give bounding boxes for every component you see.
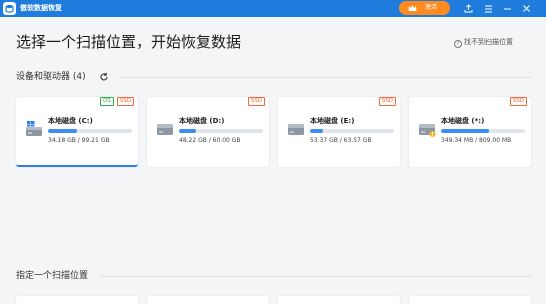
drive-name: 本地磁盘 (C:)	[48, 117, 93, 125]
upgrade-label: 激活	[424, 4, 437, 11]
upgrade-button[interactable]: 激活	[399, 1, 450, 15]
windows-drive-icon	[26, 121, 42, 136]
drive-name: 本地磁盘 (D:)	[179, 117, 225, 125]
locations-section-title: 指定一个扫描位置	[16, 271, 89, 281]
drive-size: 34.18 GB / 99.21 GB	[48, 137, 110, 144]
location-card[interactable]	[409, 296, 531, 304]
drive-name: 本地磁盘 (E:)	[310, 117, 355, 125]
hard-drive-icon	[157, 124, 173, 135]
usage-bar-fill	[48, 129, 77, 133]
devices-section-title: 设备和驱动器 (4)	[16, 72, 86, 82]
share-icon	[464, 4, 472, 13]
hard-drive-icon	[288, 124, 304, 135]
drive-card-star[interactable]: SSD 本地磁盘 (*:) 349.34 MB / 809.00 MB	[409, 97, 531, 167]
section-divider	[118, 77, 532, 78]
usage-bar	[179, 129, 263, 133]
location-card[interactable]	[278, 296, 400, 304]
usage-bar	[48, 129, 132, 133]
drive-size: 53.37 GB / 63.57 GB	[310, 137, 372, 144]
usage-bar-fill	[441, 129, 489, 133]
ssd-badge: SSD	[509, 97, 527, 106]
help-link[interactable]: ? 找不到扫描位置	[454, 37, 513, 48]
help-link-label: 找不到扫描位置	[464, 38, 513, 46]
close-icon	[522, 5, 530, 12]
feedback-button[interactable]	[461, 2, 475, 15]
usage-bar	[310, 129, 394, 133]
location-card[interactable]	[16, 296, 138, 304]
close-button[interactable]	[519, 2, 533, 15]
drive-size: 349.34 MB / 809.00 MB	[441, 137, 512, 144]
section-divider	[100, 276, 532, 277]
os-badge: OS	[99, 97, 114, 106]
app-title: 傲软数据恢复	[20, 4, 62, 12]
usage-bar-fill	[310, 129, 324, 133]
hard-drive-warning-icon	[419, 124, 436, 137]
menu-icon	[484, 5, 492, 12]
location-card[interactable]	[147, 296, 269, 304]
drive-name: 本地磁盘 (*:)	[441, 117, 485, 125]
minimize-button[interactable]	[500, 2, 514, 15]
title-bar: 傲软数据恢复 激活	[0, 0, 546, 17]
ssd-badge: SSD	[247, 97, 265, 106]
page-title: 选择一个扫描位置，开始恢复数据	[16, 33, 242, 51]
app-logo-icon	[3, 2, 16, 15]
drive-card-e[interactable]: SSD 本地磁盘 (E:) 53.37 GB / 63.57 GB	[278, 97, 400, 167]
usage-bar-fill	[179, 129, 196, 133]
drive-card-d[interactable]: SSD 本地磁盘 (D:) 48.22 GB / 60.00 GB	[147, 97, 269, 167]
drive-size: 48.22 GB / 60.00 GB	[179, 137, 241, 144]
drive-card-c[interactable]: OS SSD 本地磁盘 (C:) 34.18 GB / 99.21 GB	[16, 97, 138, 167]
crown-icon	[408, 5, 417, 11]
drive-badges: SSD	[378, 97, 396, 106]
drive-badges: SSD	[247, 97, 265, 106]
menu-button[interactable]	[481, 2, 495, 15]
minimize-icon	[503, 8, 511, 10]
refresh-icon[interactable]	[99, 72, 109, 82]
drive-badges: OS SSD	[99, 97, 134, 106]
usage-bar	[441, 129, 525, 133]
ssd-badge: SSD	[378, 97, 396, 106]
drive-badges: SSD	[509, 97, 527, 106]
question-icon: ?	[454, 40, 462, 48]
ssd-badge: SSD	[116, 97, 134, 106]
